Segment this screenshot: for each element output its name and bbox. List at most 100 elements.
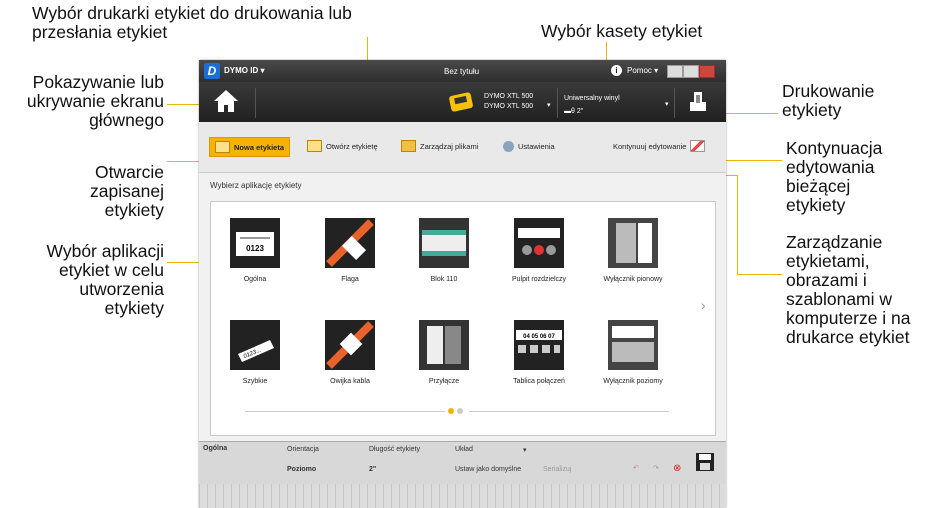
save-icon[interactable] (695, 452, 715, 472)
maximize-button[interactable] (683, 65, 699, 78)
dymo-logo-icon: D (204, 63, 220, 79)
vertical-breaker-icon (608, 218, 658, 268)
folder-icon (215, 141, 230, 153)
tile-cable-wrap[interactable]: Owijka kabla (310, 320, 390, 385)
section-label: Ogólna (203, 445, 228, 452)
ruler (199, 484, 726, 508)
new-label-button[interactable]: Nowa etykieta (209, 137, 291, 157)
tile-label: Pulpit rozdzielczy (511, 276, 567, 283)
horizontal-breaker-icon (608, 320, 658, 370)
undo-icon[interactable]: ↶ (633, 464, 639, 472)
tile-label: Ogólna (243, 276, 267, 283)
printer-dropdown-icon[interactable]: ▾ (547, 101, 551, 110)
main-area: Wybierz aplikację etykiety 0123 Ogólna F… (199, 173, 726, 441)
quick-label-icon: 0123... (230, 320, 280, 370)
tile-vertical-breaker[interactable]: Wyłącznik pionowy (593, 218, 673, 283)
continue-editing-text: Kontynuuj edytowanie (613, 141, 687, 151)
tile-quick[interactable]: 0123... Szybkie (215, 320, 295, 385)
tile-label: Szybkie (242, 378, 268, 385)
print-icon[interactable] (688, 90, 708, 114)
callout-continue: Kontynuacja edytowania bieżącej etykiety (786, 138, 883, 215)
callout-home: Pokazywanie lub ukrywanie ekranu główneg… (26, 72, 164, 130)
close-button[interactable] (699, 65, 715, 78)
layout-dropdown-icon[interactable]: ▾ (523, 446, 527, 454)
terminal-block-icon (419, 320, 469, 370)
app-tiles-panel: 0123 Ogólna Flaga Blok 110 Pulpit rozdzi… (210, 201, 716, 436)
redo-icon[interactable]: ↷ (653, 464, 659, 472)
select-app-title: Wybierz aplikację etykiety (210, 181, 302, 190)
orientation-label: Orientacja (287, 446, 319, 453)
leader-print (718, 113, 778, 114)
new-label-text: Nowa etykieta (234, 142, 285, 152)
open-label-button[interactable]: Otwórz etykietę (307, 137, 378, 155)
next-page-icon[interactable]: › (701, 297, 706, 313)
settings-button[interactable]: Ustawienia (503, 137, 555, 155)
callout-print: Drukowanie etykiety (782, 81, 875, 120)
app-menu[interactable]: DYMO ID ▾ (224, 66, 264, 75)
pager-divider-left (245, 411, 445, 412)
serialize-label[interactable]: Serializuj (543, 466, 571, 473)
pager-dot[interactable] (457, 408, 463, 414)
tile-label: Flaga (341, 276, 359, 283)
distribution-panel-icon (514, 218, 564, 268)
callout-manage: Zarządzanie etykietami, obrazami i szabl… (786, 232, 911, 347)
cassette-name[interactable]: Uniwersalny winyl (564, 94, 620, 103)
cassette-size[interactable]: ▬θ 2" (564, 107, 583, 116)
edit-pencil-icon (690, 140, 706, 152)
home-icon[interactable] (213, 88, 239, 114)
leader-manage-h2 (737, 274, 782, 275)
toolbar-divider (557, 88, 558, 118)
toolbar-divider (674, 88, 675, 118)
toolbar-divider (255, 88, 256, 118)
clear-icon[interactable]: ⊗ (673, 463, 681, 474)
gear-icon (503, 140, 514, 152)
window-title: Bez tytułu (444, 67, 480, 76)
tile-label: Tablica połączeń (513, 378, 565, 385)
general-label-icon: 0123 (230, 218, 280, 268)
pager-divider-right (469, 411, 669, 412)
tile-terminal-block[interactable]: Przyłącze (404, 320, 484, 385)
tile-label: Owijka kabla (330, 378, 370, 385)
open-folder-icon (307, 140, 322, 152)
patch-panel-icon: 04 05 06 07 (514, 320, 564, 370)
tile-patch-panel[interactable]: 04 05 06 07 Tablica połączeń (499, 320, 579, 385)
general-icon-text: 0123 (246, 244, 264, 253)
info-icon[interactable]: i (611, 65, 622, 76)
tile-label: Wyłącznik poziomy (603, 378, 663, 385)
main-toolbar: DYMO XTL 500 DYMO XTL 500 ▾ Uniwersalny … (199, 82, 726, 122)
tile-flag[interactable]: Flaga (310, 218, 390, 283)
length-value[interactable]: 2" (369, 466, 376, 473)
tile-general[interactable]: 0123 Ogólna (215, 218, 295, 283)
patch-icon-text: 04 05 06 07 (523, 334, 555, 340)
settings-text: Ustawienia (518, 141, 555, 151)
pager-dot-active[interactable] (448, 408, 454, 414)
leader-manage-v (737, 175, 738, 275)
callout-cassette: Wybór kasety etykiet (541, 21, 703, 41)
nav-bar: Nowa etykieta Otwórz etykietę Zarządzaj … (199, 122, 726, 173)
app-window: D DYMO ID ▾ Bez tytułu i Pomoc ▾ DYMO XT… (199, 60, 726, 508)
manage-files-text: Zarządzaj plikami (420, 141, 479, 151)
title-bar: D DYMO ID ▾ Bez tytułu i Pomoc ▾ (199, 60, 726, 82)
help-menu[interactable]: Pomoc ▾ (627, 66, 658, 75)
open-label-text: Otwórz etykietę (326, 141, 378, 151)
cassette-dropdown-icon[interactable]: ▾ (665, 100, 669, 109)
orientation-value[interactable]: Poziomo (287, 466, 316, 473)
layout-label[interactable]: Układ (455, 446, 473, 453)
tile-block110[interactable]: Blok 110 (404, 218, 484, 283)
tile-distribution-panel[interactable]: Pulpit rozdzielczy (499, 218, 579, 283)
properties-bar: Ogólna Orientacja Poziomo Długość etykie… (199, 441, 726, 508)
label-printer-icon[interactable] (447, 91, 477, 113)
flag-label-icon (325, 218, 375, 268)
tile-horizontal-breaker[interactable]: Wyłącznik poziomy (593, 320, 673, 385)
tile-label: Blok 110 (430, 276, 458, 283)
continue-editing-button[interactable]: Kontynuuj edytowanie (613, 137, 706, 155)
block110-icon (419, 218, 469, 268)
manage-files-button[interactable]: Zarządzaj plikami (401, 137, 478, 155)
tile-label: Przyłącze (428, 378, 460, 385)
minimize-button[interactable] (667, 65, 683, 78)
printer-name-2[interactable]: DYMO XTL 500 (484, 102, 533, 111)
set-default-label[interactable]: Ustaw jako domyślne (455, 466, 521, 473)
callout-printer: Wybór drukarki etykiet do drukowania lub… (32, 3, 352, 42)
printer-name-1[interactable]: DYMO XTL 500 (484, 92, 533, 101)
callout-open: Otwarcie zapisanej etykiety (90, 162, 164, 220)
